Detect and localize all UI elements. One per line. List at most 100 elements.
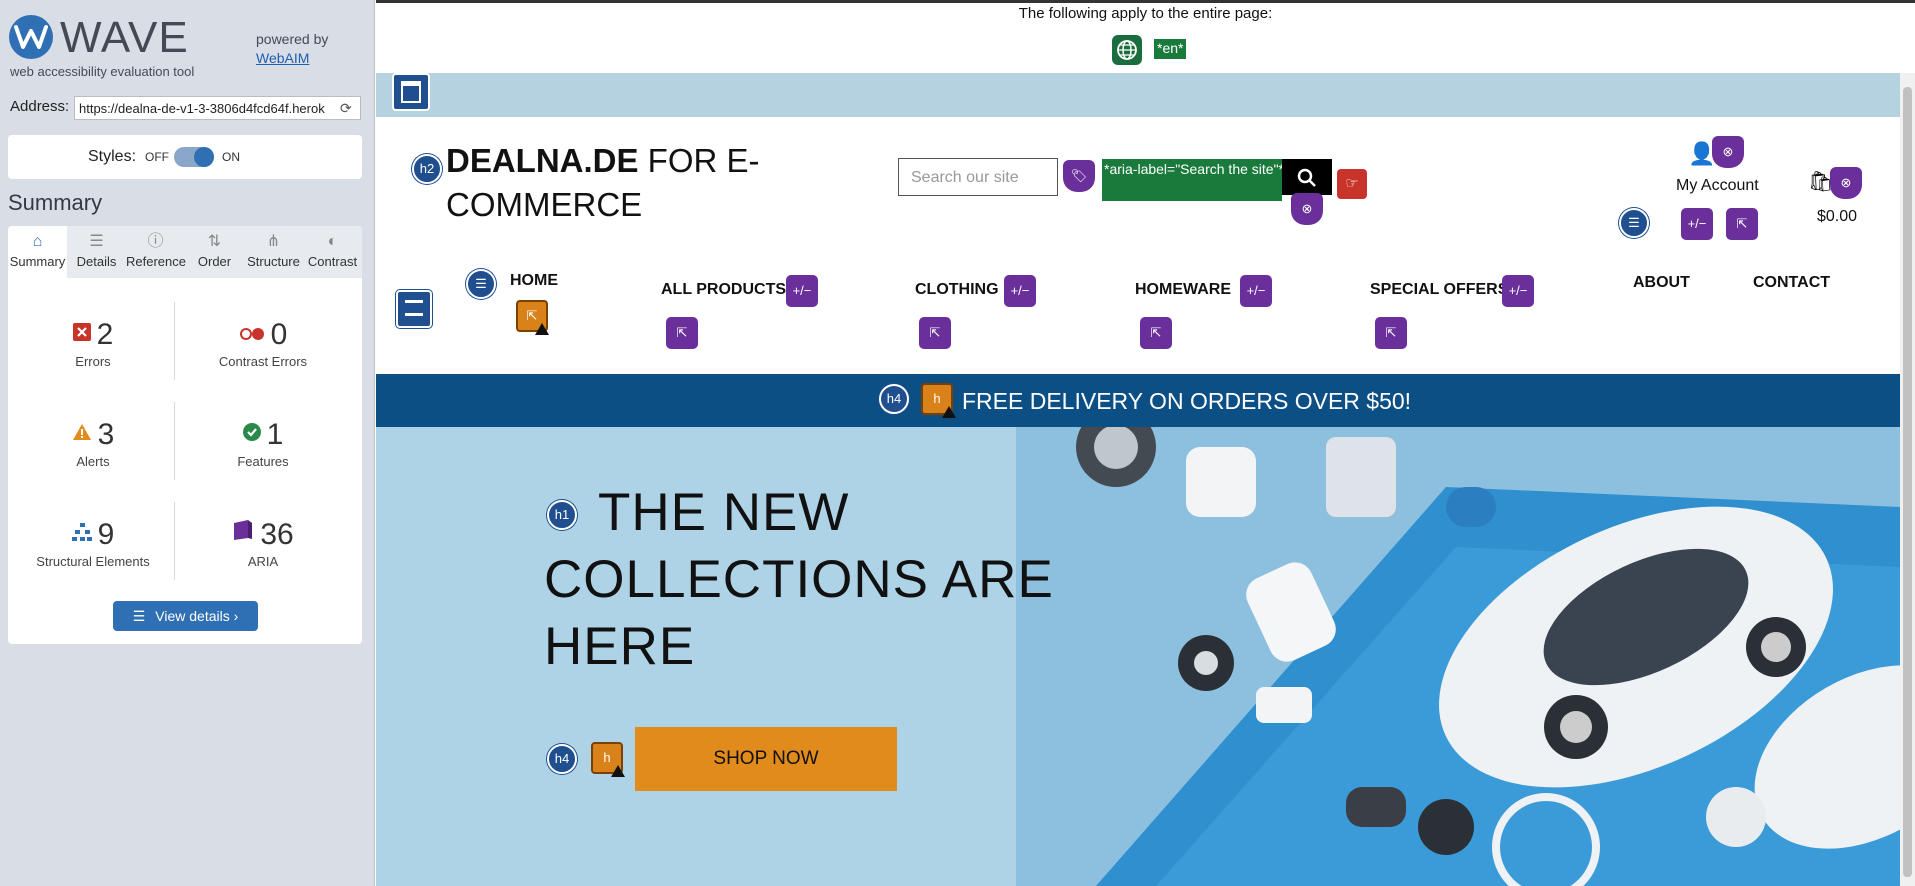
h4-icon[interactable]: h4 xyxy=(879,384,909,414)
h4-icon[interactable]: h4 xyxy=(547,744,577,774)
stat-errors: 2 Errors xyxy=(8,318,178,369)
h2-icon[interactable]: h2 xyxy=(412,154,442,184)
structure-icon: ⋔ xyxy=(266,233,281,250)
shop-now-button[interactable]: SHOP NOW xyxy=(635,727,897,791)
search-button[interactable] xyxy=(1282,159,1332,195)
aria-icon xyxy=(232,519,254,546)
styles-toggle-box: Styles: OFF ON xyxy=(8,135,362,179)
address-input[interactable]: https://dealna-de-v1-3-3806d4fcd64f.hero… xyxy=(74,96,361,120)
tab-summary[interactable]: ⌂ Summary xyxy=(8,226,67,278)
summary-heading: Summary xyxy=(8,190,103,215)
list-icon[interactable]: ☰ xyxy=(466,269,496,299)
my-account-link[interactable]: My Account xyxy=(1676,177,1759,195)
styles-toggle[interactable] xyxy=(174,147,214,167)
summary-panel: ⌂ Summary ☰ Details ⓘ Reference ⇅ Order … xyxy=(8,226,362,644)
list-icon[interactable]: ☰ xyxy=(1619,208,1649,238)
page-notice: The following apply to the entire page: … xyxy=(376,0,1915,73)
view-details-button[interactable]: ☰ View details › xyxy=(113,601,258,631)
styles-label: Styles: xyxy=(88,148,137,165)
warning-icon xyxy=(611,765,625,777)
nav-item-contact[interactable]: CONTACT xyxy=(1753,274,1830,292)
tab-order[interactable]: ⇅ Order xyxy=(185,226,244,278)
notice-text: The following apply to the entire page: xyxy=(1018,5,1273,22)
tab-contrast[interactable]: ◐ Contrast xyxy=(303,226,362,278)
contrast-errors-label: Contrast Errors xyxy=(218,354,308,369)
aria-expanded-icon[interactable]: +/− xyxy=(1681,208,1713,240)
site-title[interactable]: DEALNA.DE FOR E-COMMERCE xyxy=(446,139,776,227)
nav-item-clothing[interactable]: CLOTHING xyxy=(915,281,999,299)
nav-glyph xyxy=(405,300,423,316)
powered-by: powered by WebAIM xyxy=(256,30,328,68)
aria-hidden-icon[interactable]: ⊗ xyxy=(1291,193,1323,225)
list-icon: ☰ xyxy=(132,608,146,624)
aria-hidden-icon[interactable]: ⊗ xyxy=(1712,136,1744,168)
hero-title: THE NEW COLLECTIONS ARE HERE xyxy=(544,479,1064,680)
site-title-bold: DEALNA.DE xyxy=(446,142,639,179)
alert-icon xyxy=(72,423,92,446)
delivery-text: FREE DELIVERY ON ORDERS OVER $50! xyxy=(962,388,1412,414)
delivery-banner: h4 h FREE DELIVERY ON ORDERS OVER $50! xyxy=(376,374,1900,427)
tab-label: Structure xyxy=(247,254,300,269)
tab-reference[interactable]: ⓘ Reference xyxy=(126,226,186,278)
contrast-errors-count: 0 xyxy=(270,318,288,351)
tab-label: Summary xyxy=(9,254,66,269)
aria-popup-icon[interactable]: ⇱ xyxy=(1726,208,1758,240)
contrast-error-icon xyxy=(239,327,265,346)
aria-expanded-icon[interactable]: +/− xyxy=(786,275,818,307)
nav-item-special-offers[interactable]: SPECIAL OFFERS xyxy=(1370,281,1508,299)
stat-contrast-errors: 0 Contrast Errors xyxy=(178,318,348,369)
scrollbar[interactable] xyxy=(1900,73,1915,886)
order-icon: ⇅ xyxy=(207,233,222,250)
aria-popup-icon[interactable]: ⇱ xyxy=(919,317,951,349)
hero-banner: h1 THE NEW COLLECTIONS ARE HERE h4 h SHO… xyxy=(376,427,1900,886)
errors-label: Errors xyxy=(75,354,111,369)
nav-item-about[interactable]: ABOUT xyxy=(1633,274,1690,292)
aria-expanded-icon[interactable]: +/− xyxy=(1240,275,1272,307)
nav-item-homeware[interactable]: HOMEWARE xyxy=(1135,281,1231,299)
alerts-label: Alerts xyxy=(76,454,110,469)
errors-count: 2 xyxy=(96,318,114,351)
feature-icon xyxy=(242,423,261,446)
cart-total[interactable]: $0.00 xyxy=(1817,208,1857,226)
tab-details[interactable]: ☰ Details xyxy=(67,226,126,278)
aria-label-stat: ARIA xyxy=(247,554,279,569)
nav-region-icon[interactable] xyxy=(396,290,432,328)
stat-structural: 9 Structural Elements xyxy=(8,518,178,569)
empty-button-error-icon[interactable]: ☞ xyxy=(1337,169,1367,199)
aria-expanded-icon[interactable]: +/− xyxy=(1004,275,1036,307)
wave-tabs: ⌂ Summary ☰ Details ⓘ Reference ⇅ Order … xyxy=(8,226,362,278)
wave-sidebar: WAVE web accessibility evaluation tool p… xyxy=(0,0,375,886)
top-bar xyxy=(376,73,1900,117)
aria-hidden-icon[interactable]: ⊗ xyxy=(1830,167,1862,199)
styles-off-label: OFF xyxy=(145,150,169,164)
site-header: h2 DEALNA.DE FOR E-COMMERCE Search our s… xyxy=(376,117,1900,371)
structural-label: Structural Elements xyxy=(36,554,150,569)
aria-popup-icon[interactable]: ⇱ xyxy=(1140,317,1172,349)
aria-expanded-icon[interactable]: +/− xyxy=(1502,275,1534,307)
language-chip: *en* xyxy=(1154,39,1187,59)
home-icon: ⌂ xyxy=(32,233,43,250)
scrollbar-thumb[interactable] xyxy=(1903,87,1912,877)
search-input[interactable]: Search our site xyxy=(898,158,1058,196)
wave-tagline: web accessibility evaluation tool xyxy=(10,64,195,79)
toggle-knob xyxy=(194,147,214,167)
nav-item-home[interactable]: HOME xyxy=(510,272,558,290)
styles-on-label: ON xyxy=(222,150,240,164)
aria-popup-icon[interactable]: ⇱ xyxy=(666,317,698,349)
contrast-icon: ◐ xyxy=(327,233,338,250)
stat-aria: 36 ARIA xyxy=(178,518,348,569)
reload-icon[interactable]: ⟳ xyxy=(340,100,352,117)
tab-structure[interactable]: ⋔ Structure xyxy=(244,226,303,278)
aria-popup-icon[interactable]: ⇱ xyxy=(1375,317,1407,349)
aria-label-icon[interactable]: 🏷 xyxy=(1063,160,1095,192)
warning-icon xyxy=(942,406,956,418)
info-icon: ⓘ xyxy=(147,233,164,250)
header-region-icon[interactable] xyxy=(392,73,430,111)
globe-icon[interactable] xyxy=(1112,35,1142,65)
error-icon xyxy=(72,323,91,346)
webaim-link[interactable]: WebAIM xyxy=(256,49,328,68)
nav-item-all-products[interactable]: ALL PRODUCTS xyxy=(661,281,786,299)
stat-alerts: 3 Alerts xyxy=(8,418,178,469)
features-count: 1 xyxy=(266,418,284,451)
search-icon xyxy=(1297,168,1316,187)
